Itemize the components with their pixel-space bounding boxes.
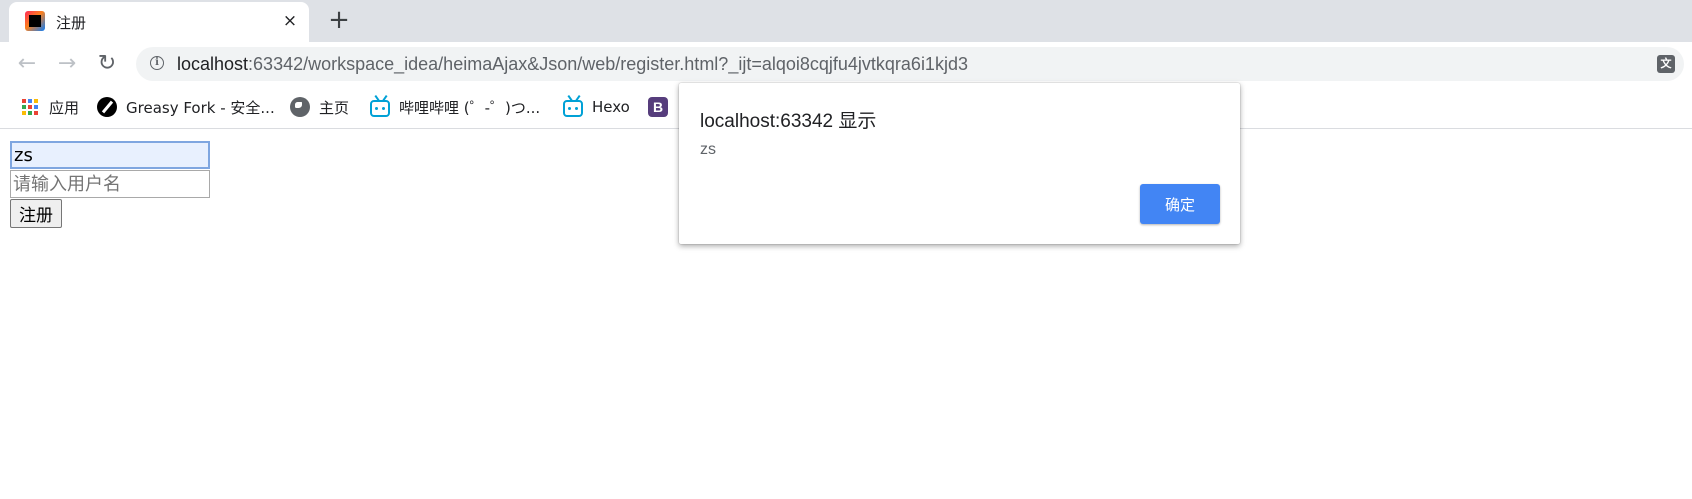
close-tab-icon[interactable]: ×: [280, 11, 300, 31]
username-input[interactable]: [10, 141, 210, 169]
bilibili-icon: [370, 100, 390, 117]
tab-title: 注册: [56, 14, 87, 32]
apps-dot: [28, 105, 32, 109]
bootstrap-icon: B: [648, 97, 668, 117]
bookmark-greasy-fork[interactable]: Greasy Fork - 安全...: [97, 94, 275, 120]
back-icon[interactable]: ←: [13, 50, 41, 78]
translate-icon[interactable]: 文: [1657, 55, 1675, 73]
ok-button[interactable]: 确定: [1140, 184, 1220, 224]
alert-dialog: localhost:63342 显示 zs 确定: [679, 83, 1240, 244]
apps-dot: [28, 111, 32, 115]
new-tab-icon[interactable]: +: [325, 6, 353, 34]
apps-dot: [34, 99, 38, 103]
bookmark-apps[interactable]: 应用: [20, 94, 79, 120]
forward-icon[interactable]: →: [53, 50, 81, 78]
bookmark-label: Hexo: [592, 98, 630, 116]
url-text[interactable]: localhost:63342/workspace_idea/heimaAjax…: [177, 54, 968, 75]
bookmark-bootstrap[interactable]: B: [648, 94, 677, 120]
bookmark-bilibili[interactable]: 哔哩哔哩 (゜-゜)つ...: [370, 94, 540, 120]
bookmark-hexo[interactable]: Hexo: [563, 94, 630, 120]
globe-icon: [290, 97, 310, 117]
apps-dot: [34, 111, 38, 115]
apps-grid-icon: [20, 97, 40, 117]
apps-dot: [22, 99, 26, 103]
apps-dot: [28, 99, 32, 103]
bookmark-label: 哔哩哔哩 (゜-゜)つ...: [399, 98, 541, 117]
greasy-fork-icon: [97, 97, 117, 117]
browser-toolbar: ← → ↻ i localhost:63342/workspace_idea/h…: [0, 42, 1692, 86]
apps-dot: [22, 105, 26, 109]
tab-register[interactable]: 注册 ×: [9, 2, 309, 42]
site-info-icon[interactable]: i: [150, 56, 164, 70]
apps-dot: [22, 111, 26, 115]
bookmark-label: Greasy Fork - 安全...: [126, 98, 275, 117]
bookmark-label: 应用: [49, 98, 80, 117]
apps-dot: [34, 105, 38, 109]
username-placeholder-input[interactable]: [10, 170, 210, 198]
address-bar[interactable]: i localhost:63342/workspace_idea/heimaAj…: [136, 47, 1684, 81]
url-path: :63342/workspace_idea/heimaAjax&Json/web…: [248, 54, 968, 74]
register-button[interactable]: 注册: [10, 199, 62, 228]
bookmark-label: 主页: [319, 98, 350, 117]
url-host: localhost: [177, 54, 249, 74]
tab-strip: 注册 × +: [0, 0, 1692, 42]
bilibili-icon: [563, 100, 583, 117]
intellij-favicon-icon: [25, 11, 45, 31]
reload-icon[interactable]: ↻: [93, 50, 121, 78]
bookmark-home[interactable]: 主页: [290, 94, 349, 120]
dialog-title: localhost:63342 显示: [700, 111, 877, 132]
dialog-message: zs: [700, 141, 716, 158]
